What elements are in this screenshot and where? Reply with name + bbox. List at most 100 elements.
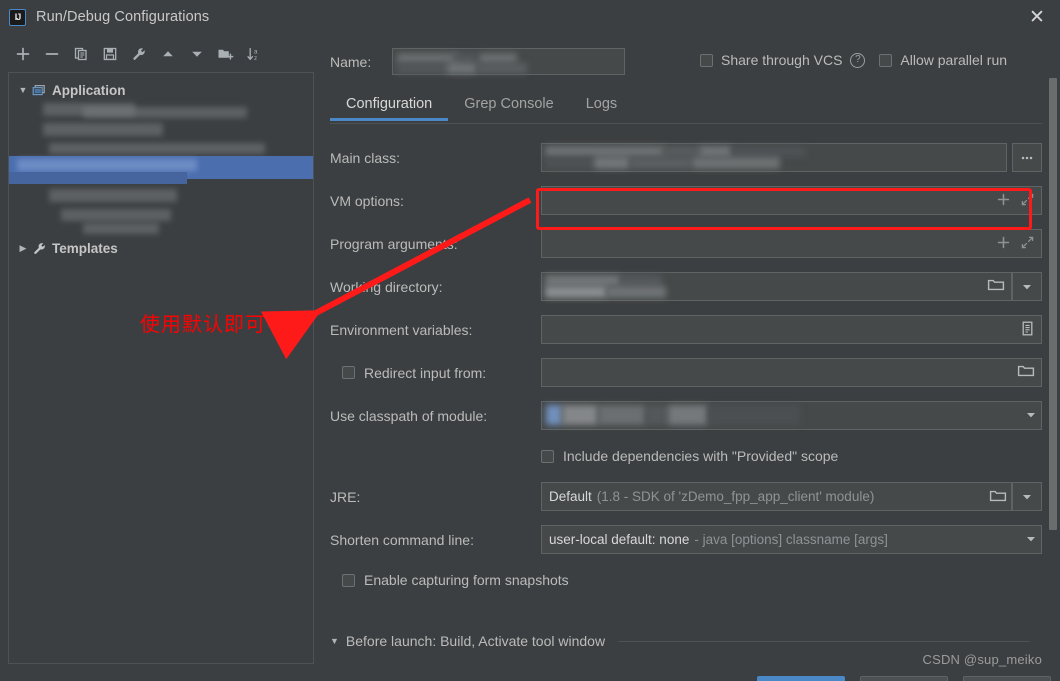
blurred-tree-item [49, 189, 177, 202]
enable-capturing-row: Enable capturing form snapshots [330, 561, 1042, 599]
plus-icon[interactable] [996, 192, 1011, 210]
run-debug-configurations-dialog: IJ Run/Debug Configurations ✕ a z ▼ Appl… [0, 0, 1060, 681]
configurations-toolbar: a z [0, 38, 318, 70]
folder-icon[interactable] [1017, 363, 1035, 382]
blurred-value [692, 157, 780, 169]
tab-configuration[interactable]: Configuration [330, 94, 449, 121]
editor-tabs: Configuration Grep Console Logs [330, 94, 1042, 124]
tree-node-templates[interactable]: ▶ Templates [9, 235, 313, 261]
jre-value-secondary: (1.8 - SDK of 'zDemo_fpp_app_client' mod… [596, 489, 875, 504]
dialog-title: Run/Debug Configurations [36, 9, 210, 25]
remove-configuration-button[interactable] [37, 41, 66, 67]
share-through-vcs-label: Share through VCS [721, 52, 843, 68]
blurred-tree-item [61, 209, 171, 221]
use-classpath-combo[interactable] [541, 401, 1042, 430]
intellij-idea-icon: IJ [9, 8, 26, 26]
tree-node-label: Templates [52, 240, 118, 256]
list-edit-icon[interactable] [1020, 320, 1035, 340]
blurred-tree-item [49, 143, 265, 154]
enable-capturing-checkbox[interactable] [342, 573, 355, 587]
name-label: Name: [330, 53, 372, 70]
include-provided-scope-row: Include dependencies with "Provided" sco… [330, 437, 1042, 475]
wrench-icon[interactable] [124, 41, 153, 67]
save-configuration-button[interactable] [95, 41, 124, 67]
chevron-down-icon[interactable]: ▼ [330, 636, 339, 646]
copy-configuration-button[interactable] [66, 41, 95, 67]
tree-node-selected-continued [9, 172, 187, 184]
working-directory-input[interactable] [541, 272, 1012, 301]
add-configuration-button[interactable] [8, 41, 37, 67]
blurred-selected-label [17, 159, 197, 171]
redirect-input-label: Redirect input from: [364, 364, 487, 381]
redirect-input-field[interactable] [541, 358, 1042, 387]
blurred-value [397, 63, 449, 74]
question-mark-icon[interactable]: ? [850, 52, 866, 68]
redirect-input-label-group: Redirect input from: [330, 365, 541, 381]
cancel-button[interactable] [860, 676, 948, 681]
main-class-input[interactable] [541, 143, 1007, 172]
name-input[interactable] [392, 48, 625, 75]
blurred-value [594, 157, 630, 169]
include-provided-scope-checkbox[interactable] [541, 449, 554, 463]
blurred-value [545, 146, 665, 157]
expand-icon[interactable] [1020, 192, 1035, 210]
move-up-button[interactable] [153, 41, 182, 67]
application-icon [31, 82, 47, 98]
shorten-value-primary: user-local default: none [549, 532, 690, 547]
blurred-value [646, 405, 668, 425]
working-directory-label: Working directory: [330, 278, 443, 295]
ok-button[interactable] [757, 676, 845, 681]
tab-logs[interactable]: Logs [570, 94, 633, 121]
blurred-tree-item [43, 123, 163, 136]
environment-variables-label: Environment variables: [330, 321, 473, 338]
chevron-down-icon[interactable] [1017, 533, 1037, 547]
share-through-vcs-checkbox[interactable] [700, 53, 713, 67]
dialog-titlebar: IJ Run/Debug Configurations ✕ [0, 0, 1060, 34]
jre-combo[interactable]: Default (1.8 - SDK of 'zDemo_fpp_app_cli… [541, 482, 1012, 511]
move-down-button[interactable] [182, 41, 211, 67]
tree-node-label: Application [52, 82, 126, 98]
tree-node-application[interactable]: ▼ Application [9, 77, 313, 103]
blurred-value [447, 63, 477, 74]
configurations-tree[interactable]: ▼ Application ▶ Templates [8, 72, 314, 664]
shorten-value-secondary: - java [options] classname [args] [694, 532, 888, 547]
program-arguments-label: Program arguments: [330, 235, 458, 252]
chevron-down-icon[interactable]: ▼ [15, 85, 31, 95]
blurred-value [598, 405, 646, 425]
folder-icon[interactable] [987, 277, 1005, 296]
before-launch-section[interactable]: ▼ Before launch: Build, Activate tool wi… [330, 630, 1030, 652]
use-classpath-row: Use classpath of module: [330, 394, 1042, 437]
allow-parallel-run-label: Allow parallel run [900, 52, 1008, 68]
shorten-command-line-combo[interactable]: user-local default: none - java [options… [541, 525, 1042, 554]
plus-icon[interactable] [996, 235, 1011, 253]
chevron-right-icon[interactable]: ▶ [15, 243, 31, 254]
environment-variables-input[interactable] [541, 315, 1042, 344]
program-arguments-input[interactable] [541, 229, 1042, 258]
blurred-value [620, 275, 662, 286]
vm-options-row: VM options: [330, 179, 1042, 222]
new-folder-button[interactable] [211, 41, 240, 67]
tab-grep-console[interactable]: Grep Console [448, 94, 569, 121]
blurred-value [662, 146, 702, 157]
working-directory-row: Working directory: [330, 265, 1042, 308]
jre-dropdown-button[interactable] [1012, 482, 1042, 511]
chevron-down-icon[interactable] [1017, 409, 1037, 423]
configuration-form: Main class: VM options: Program argument… [330, 136, 1042, 599]
sort-az-icon[interactable]: a z [240, 41, 269, 67]
apply-button[interactable] [963, 676, 1051, 681]
annotation-text: 使用默认即可 [140, 312, 266, 336]
svg-text:z: z [254, 55, 257, 62]
expand-icon[interactable] [1020, 235, 1035, 253]
vm-options-field[interactable] [541, 186, 1042, 215]
allow-parallel-run-checkbox[interactable] [879, 53, 893, 67]
working-directory-dropdown-button[interactable] [1012, 272, 1042, 301]
main-class-browse-button[interactable] [1012, 143, 1042, 172]
shorten-command-line-row: Shorten command line: user-local default… [330, 518, 1042, 561]
blurred-value [630, 157, 692, 169]
blurred-value [668, 405, 708, 425]
blurred-value [700, 146, 732, 157]
redirect-input-checkbox[interactable] [342, 366, 355, 379]
close-icon[interactable]: ✕ [1014, 0, 1060, 34]
folder-icon[interactable] [981, 488, 1007, 506]
scrollbar-thumb[interactable] [1049, 78, 1057, 530]
